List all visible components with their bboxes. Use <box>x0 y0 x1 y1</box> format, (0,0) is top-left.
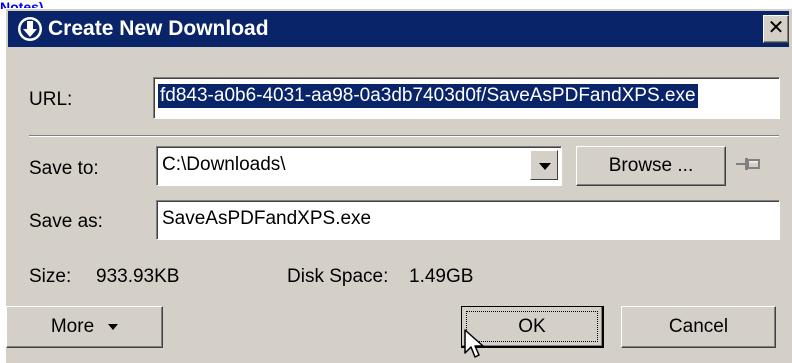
cancel-button[interactable]: Cancel <box>621 306 776 348</box>
chevron-down-icon[interactable] <box>530 150 558 180</box>
separator-highlight <box>29 136 779 137</box>
url-label: URL: <box>29 89 73 110</box>
disk-space-label: Disk Space: <box>287 266 389 287</box>
mouse-pointer-icon <box>464 329 484 358</box>
more-button[interactable]: More <box>6 306 163 348</box>
chevron-down-icon <box>108 323 119 330</box>
save-as-label: Save as: <box>29 211 103 232</box>
size-value: 933.93KB <box>96 266 180 287</box>
dialog-title: Create New Download <box>48 17 269 40</box>
download-circle-icon <box>18 17 42 41</box>
save-to-label: Save to: <box>29 158 99 179</box>
close-button[interactable]: ✕ <box>763 15 789 43</box>
create-download-dialog: Create New Download ✕ URL: fd843-a0b6-40… <box>5 8 792 363</box>
url-field[interactable]: fd843-a0b6-4031-aa98-0a3db7403d0f/SaveAs… <box>153 77 780 119</box>
close-icon: ✕ <box>767 17 785 39</box>
save-to-value: C:\Downloads\ <box>162 154 286 175</box>
url-selected-text: fd843-a0b6-4031-aa98-0a3db7403d0f/SaveAs… <box>157 83 699 109</box>
size-label: Size: <box>29 266 72 287</box>
save-as-value: SaveAsPDFandXPS.exe <box>162 208 372 229</box>
save-as-field[interactable]: SaveAsPDFandXPS.exe <box>156 200 780 240</box>
disk-space-value: 1.49GB <box>409 266 474 287</box>
pin-icon[interactable] <box>735 153 763 175</box>
title-bar[interactable]: Create New Download ✕ <box>8 11 789 47</box>
browse-button[interactable]: Browse ... <box>576 146 726 186</box>
save-to-combo[interactable]: C:\Downloads\ <box>156 146 562 186</box>
